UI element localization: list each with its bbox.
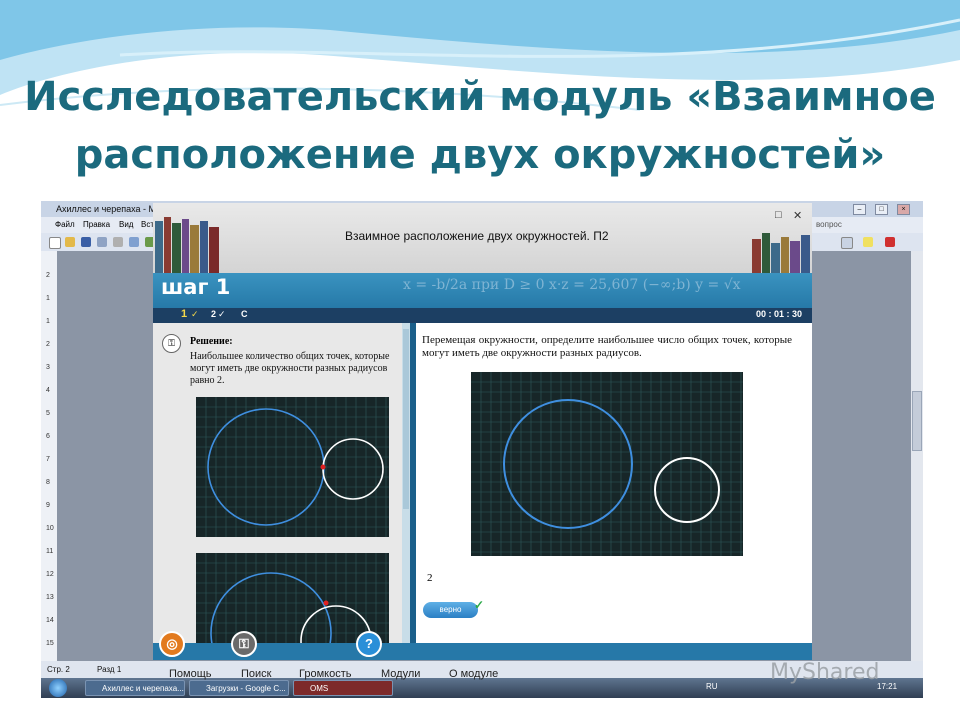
ruler-number: 1 bbox=[46, 295, 50, 302]
app-close-icon[interactable]: ✕ bbox=[793, 209, 802, 222]
ruler-number: 11 bbox=[46, 548, 53, 555]
grid-lines bbox=[196, 553, 389, 643]
slide-title-line-2: расположение двух окружностей» bbox=[74, 132, 886, 178]
solution-grid-2 bbox=[196, 553, 389, 643]
status-page: Стр. 2 bbox=[47, 665, 70, 674]
font-color-icon[interactable] bbox=[885, 237, 895, 247]
clock[interactable]: 17:21 bbox=[877, 682, 897, 691]
app-bottom-menu: Помощь Поиск Громкость Модули О модуле bbox=[153, 668, 812, 682]
ruler-number: 12 bbox=[46, 571, 54, 578]
close-icon[interactable]: × bbox=[897, 204, 910, 215]
taskbar-item-word[interactable]: Ахиллес и черепаха... bbox=[85, 680, 185, 696]
app-minimize-icon[interactable]: □ bbox=[775, 209, 782, 221]
new-doc-icon[interactable] bbox=[49, 237, 61, 249]
minimize-icon[interactable]: – bbox=[853, 204, 866, 215]
task-panel: Перемещая окружности, определите наиболь… bbox=[416, 323, 812, 643]
help-question-icon[interactable]: ? bbox=[356, 631, 382, 657]
ruler-number: 6 bbox=[46, 433, 50, 440]
solution-panel: ⚿ Решение: Наибольшее количество общих т… bbox=[153, 323, 403, 643]
step-label: шаг 1 bbox=[161, 275, 231, 299]
solution-scroll-thumb[interactable] bbox=[403, 329, 409, 509]
solution-grid-1 bbox=[196, 397, 389, 537]
preview-icon[interactable] bbox=[129, 237, 139, 247]
ruler-number: 2 bbox=[46, 341, 50, 348]
solution-text: Наибольшее количество общих точек, котор… bbox=[190, 351, 390, 386]
check-button[interactable]: верно bbox=[423, 602, 478, 618]
taskbar-item-oms[interactable]: OMS bbox=[293, 680, 393, 696]
grid-lines bbox=[471, 372, 743, 556]
solution-heading: Решение: bbox=[190, 336, 233, 347]
nav-step-2[interactable]: 2 bbox=[211, 309, 216, 319]
ruler-number: 5 bbox=[46, 410, 50, 417]
start-button[interactable] bbox=[49, 679, 67, 697]
bottom-menu-volume[interactable]: Громкость bbox=[299, 668, 351, 680]
grid-lines bbox=[196, 397, 389, 537]
ruler-number: 3 bbox=[46, 364, 50, 371]
menu-file[interactable]: Файл bbox=[55, 217, 75, 233]
menu-edit[interactable]: Правка bbox=[83, 217, 110, 233]
slide-title-line-1: Исследовательский модуль «Взаимное bbox=[24, 74, 936, 120]
intersection-point-2 bbox=[323, 600, 329, 606]
ruler-number: 15 bbox=[46, 640, 54, 647]
books-left-icon bbox=[155, 217, 219, 273]
task-grid bbox=[471, 372, 743, 556]
timer: 00 : 01 : 30 bbox=[755, 309, 802, 319]
ruler-number: 13 bbox=[46, 594, 54, 601]
watermark: MyShared bbox=[770, 660, 880, 685]
key-icon: ⚿ bbox=[162, 334, 181, 353]
language-indicator[interactable]: RU bbox=[706, 682, 718, 691]
taskbar-item-chrome[interactable]: Загрузки - Google C... bbox=[189, 680, 289, 696]
solution-scrollbar[interactable] bbox=[402, 323, 410, 643]
border-icon[interactable] bbox=[841, 237, 853, 249]
nav-step-1-check-icon: ✓ bbox=[191, 309, 199, 319]
check-mark-icon: ✓ bbox=[474, 598, 485, 612]
highlight-icon[interactable] bbox=[863, 237, 873, 247]
step-navigation: 1 ✓ 2 ✓ С 00 : 01 : 30 bbox=[153, 308, 812, 323]
bottom-menu-about[interactable]: О модуле bbox=[449, 668, 498, 680]
status-section: Разд 1 bbox=[97, 665, 122, 674]
ruler-number: 1 bbox=[46, 318, 50, 325]
app-title: Взаимное расположение двух окружностей. … bbox=[345, 229, 609, 243]
ruler-number: 9 bbox=[46, 502, 50, 509]
task-text: Перемещая окружности, определите наиболь… bbox=[422, 334, 792, 359]
nav-step-2-check-icon: ✓ bbox=[218, 309, 226, 319]
bottom-menu-help[interactable]: Помощь bbox=[169, 668, 212, 680]
intersection-point bbox=[320, 464, 326, 470]
ruler-marks: 21123456789101112131415 bbox=[46, 272, 54, 647]
oms-app-window: Взаимное расположение двух окружностей. … bbox=[153, 203, 812, 660]
print-icon[interactable] bbox=[113, 237, 123, 247]
nav-step-1[interactable]: 1 bbox=[181, 308, 187, 320]
save-icon[interactable] bbox=[81, 237, 91, 247]
slide-title: Исследовательский модуль «Взаимное распо… bbox=[0, 68, 960, 184]
word-scrollbar[interactable] bbox=[911, 251, 923, 671]
answer-field[interactable]: 2 bbox=[427, 572, 433, 584]
menu-view[interactable]: Вид bbox=[119, 217, 133, 233]
help-search-box[interactable]: вопрос bbox=[816, 217, 842, 233]
help-lifebuoy-icon[interactable]: ◎ bbox=[159, 631, 185, 657]
nav-step-c[interactable]: С bbox=[241, 309, 248, 319]
books-right-icon bbox=[752, 233, 810, 273]
permission-icon[interactable] bbox=[97, 237, 107, 247]
vertical-ruler: 2 1 1 2 3 4 5 6 7 8 9 10 11 12 13 14 15 bbox=[41, 251, 57, 671]
ruler-number: 4 bbox=[46, 387, 50, 394]
ruler-number: 7 bbox=[46, 456, 50, 463]
ruler-number: 14 bbox=[46, 617, 54, 624]
ruler-number: 10 bbox=[46, 525, 54, 532]
search-key-icon[interactable]: ⚿ bbox=[231, 631, 257, 657]
formula-background: x = -b/2a при D ≥ 0 x·z = 25,607 (−∞;b) … bbox=[403, 277, 741, 293]
ruler-number: 8 bbox=[46, 479, 50, 486]
bottom-menu-search[interactable]: Поиск bbox=[241, 668, 271, 680]
bottom-menu-modules[interactable]: Модули bbox=[381, 668, 420, 680]
open-folder-icon[interactable] bbox=[65, 237, 75, 247]
word-scroll-thumb[interactable] bbox=[912, 391, 922, 451]
app-header: Взаимное расположение двух окружностей. … bbox=[153, 203, 812, 273]
ruler-number: 2 bbox=[46, 272, 50, 279]
maximize-icon[interactable]: □ bbox=[875, 204, 888, 215]
